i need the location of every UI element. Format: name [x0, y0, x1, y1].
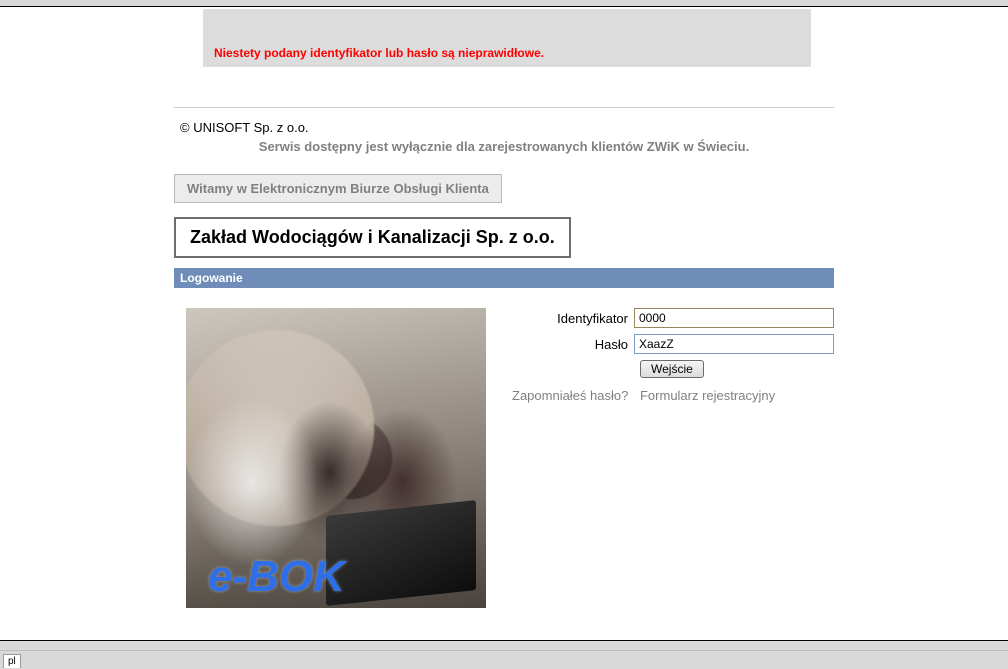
top-border-strip [0, 0, 1008, 7]
login-form: Identyfikator Hasło Wejście Zapomniałeś … [486, 308, 834, 608]
id-label: Identyfikator [512, 311, 634, 326]
ebok-logo-text: e-BOK [208, 552, 345, 602]
login-button[interactable]: Wejście [640, 360, 704, 378]
password-label: Hasło [512, 337, 634, 352]
main-area: e-BOK Identyfikator Hasło Wejście Zapomn… [174, 308, 834, 608]
login-section-header: Logowanie [174, 268, 834, 288]
registration-form-link[interactable]: Formularz rejestracyjny [640, 388, 775, 403]
links-row: Zapomniałeś hasło? Formularz rejestracyj… [512, 388, 834, 403]
hero-image: e-BOK [186, 308, 486, 608]
welcome-banner: Witamy w Elektronicznym Biurze Obsługi K… [174, 174, 502, 203]
password-input[interactable] [634, 334, 834, 354]
footer-strip: pl [0, 650, 1008, 669]
hero-image-laptop [326, 500, 476, 606]
forgot-password-link[interactable]: Zapomniałeś hasło? [512, 388, 628, 403]
content-column: Niestety podany identyfikator lub hasło … [174, 9, 834, 608]
password-row: Hasło [512, 334, 834, 354]
id-row: Identyfikator [512, 308, 834, 328]
company-name: Zakład Wodociągów i Kanalizacji Sp. z o.… [174, 217, 571, 258]
submit-row: Wejście [512, 360, 834, 378]
availability-text: Serwis dostępny jest wyłącznie dla zarej… [174, 139, 834, 154]
copyright-text: © UNISOFT Sp. z o.o. [180, 120, 834, 135]
identifier-input[interactable] [634, 308, 834, 328]
error-alert: Niestety podany identyfikator lub hasło … [203, 9, 811, 67]
error-message: Niestety podany identyfikator lub hasło … [214, 46, 544, 60]
divider [174, 107, 834, 108]
language-tag: pl [3, 654, 21, 668]
page-container: Niestety podany identyfikator lub hasło … [0, 7, 1008, 641]
